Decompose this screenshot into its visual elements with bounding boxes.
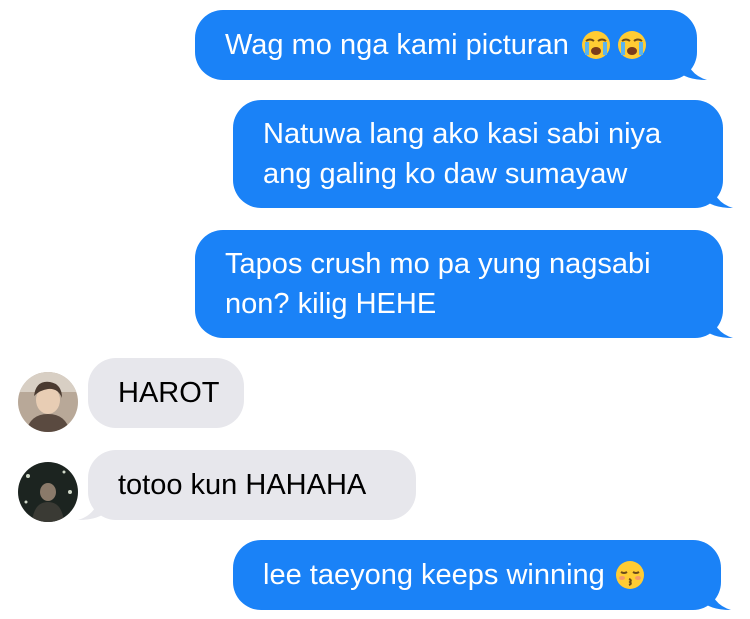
message-text: totoo kun HAHAHA [118, 469, 367, 501]
message-text: Wag mo nga kami picturan [225, 29, 569, 61]
message-text: HAROT [118, 377, 220, 409]
loudly-crying-face-emoji-icon [581, 30, 611, 60]
message-bubble-received[interactable]: HAROT [88, 358, 244, 428]
bubble-tail [78, 492, 108, 520]
bubble-tail [703, 310, 733, 338]
contact-avatar[interactable] [18, 372, 78, 432]
bubble-tail [703, 180, 733, 208]
message-text: lee taeyong keeps winning [263, 559, 605, 591]
message-text-line: Tapos crush mo pa yung nagsabi [225, 248, 651, 280]
message-bubble-sent[interactable]: Natuwa lang ako kasi sabi niya ang galin… [233, 100, 733, 208]
message-text-line: non? kilig HEHE [225, 288, 437, 320]
loudly-crying-face-emoji-icon [617, 30, 647, 60]
bubble-tail [701, 582, 731, 610]
contact-avatar[interactable] [18, 462, 78, 522]
message-bubble-sent[interactable]: Wag mo nga kami picturan [195, 10, 707, 80]
message-text-line: Natuwa lang ako kasi sabi niya [263, 118, 662, 150]
message-bubble-received[interactable]: totoo kun HAHAHA [78, 450, 416, 520]
message-text-line: ang galing ko daw sumayaw [263, 158, 628, 190]
message-bubble-sent[interactable]: lee taeyong keeps winning [233, 540, 731, 610]
message-bubble-sent[interactable]: Tapos crush mo pa yung nagsabi non? kili… [195, 230, 733, 338]
kissing-face-with-closed-eyes-emoji-icon [615, 560, 645, 590]
bubble-tail [677, 52, 707, 80]
